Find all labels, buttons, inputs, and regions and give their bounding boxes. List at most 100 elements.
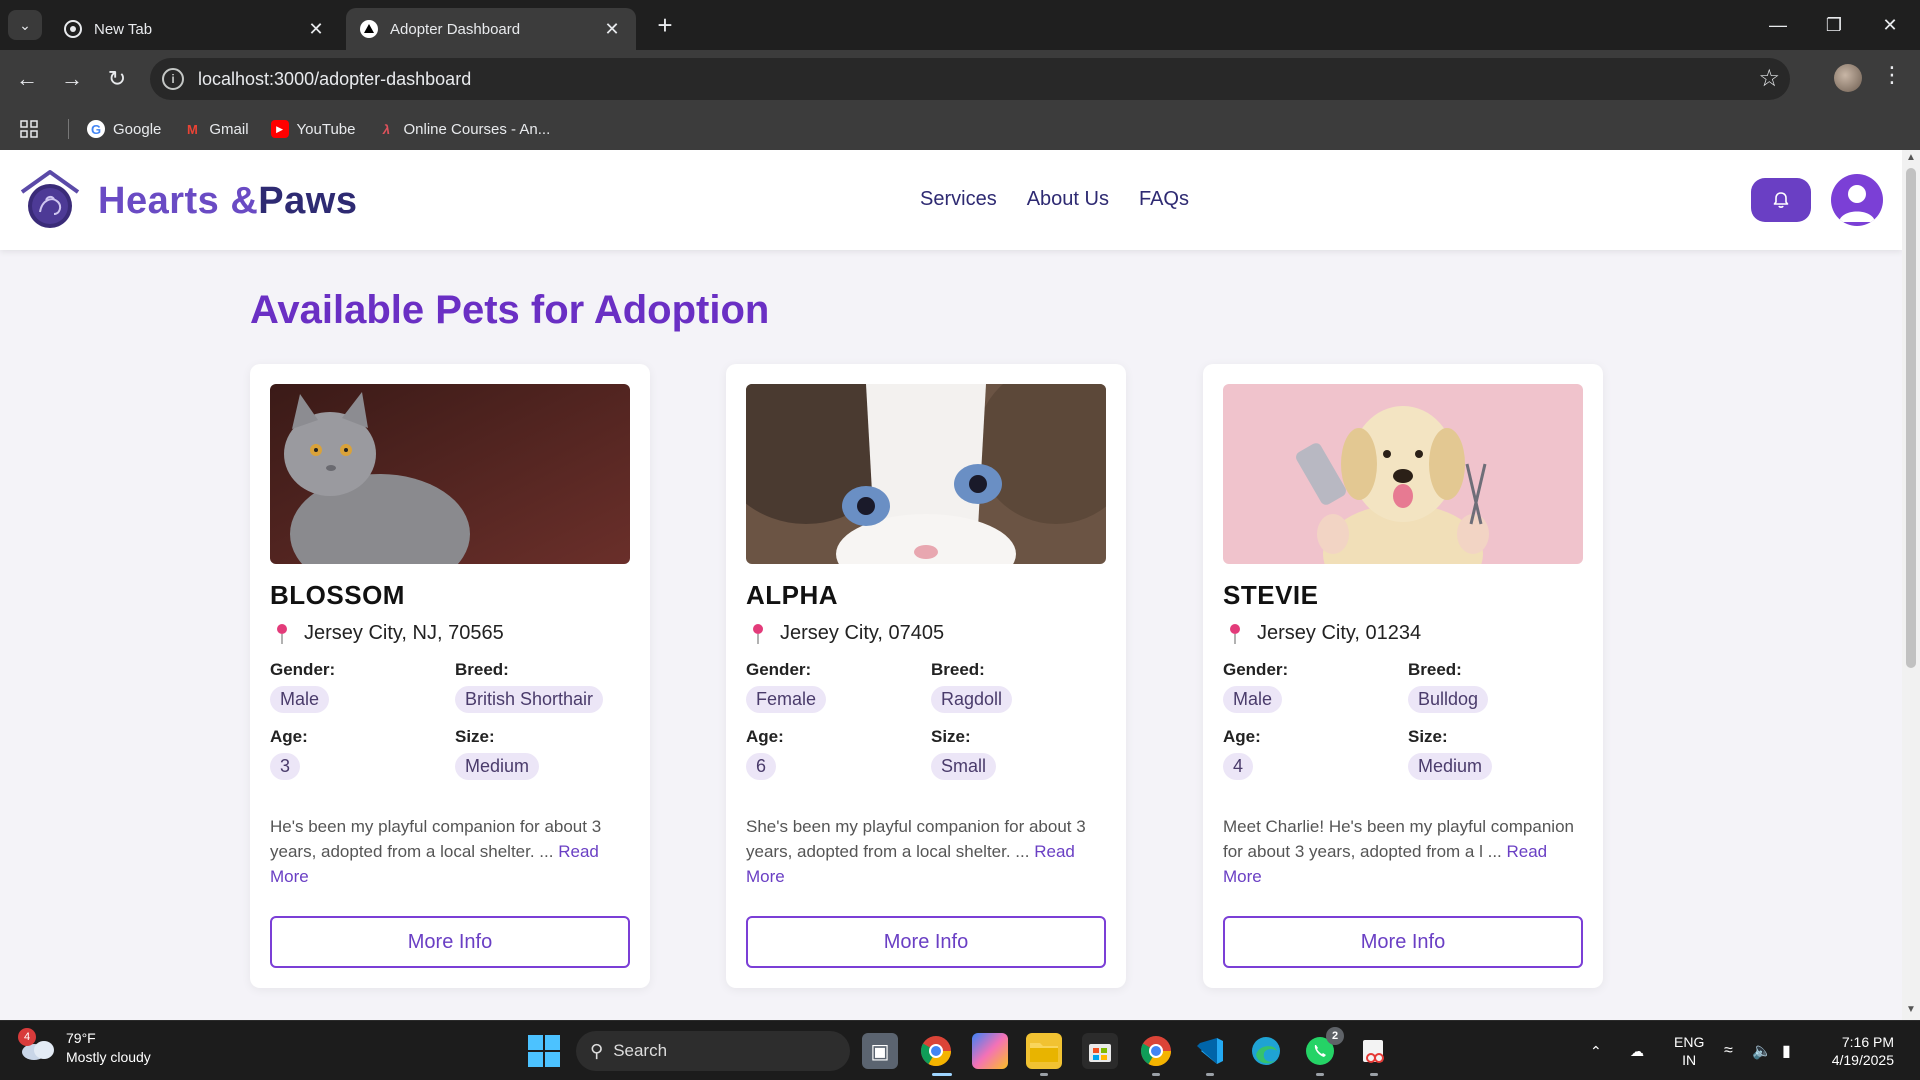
battery-icon[interactable]: ▮ [1782,1021,1791,1080]
file-explorer-icon[interactable] [1026,1033,1062,1069]
vscode-icon[interactable] [1192,1033,1228,1069]
breed-field: Breed: Bulldog [1408,660,1489,713]
age-field: Age: 3 [270,727,308,780]
tab-title: New Tab [94,20,153,38]
brand-name-part1: Hearts & [98,180,259,222]
pet-location-text: Jersey City, NJ, 70565 [304,622,504,644]
user-avatar-button[interactable] [1831,174,1883,226]
pet-photo-golden-dog [1223,384,1583,564]
chrome-profile-taskbar-icon[interactable] [1138,1033,1174,1069]
bookmark-google[interactable]: G Google [87,120,161,138]
breed-chip: British Shorthair [455,686,604,713]
chrome-taskbar-icon[interactable] [918,1033,954,1069]
close-window-button[interactable]: ✕ [1862,0,1918,50]
nav-services[interactable]: Services [920,188,997,211]
pet-card: ALPHA Jersey City, 07405 Gender: Female … [726,364,1126,988]
site-header: Hearts &Paws Services About Us FAQs [0,150,1902,250]
minimize-button[interactable]: — [1750,0,1806,50]
star-icon[interactable]: ☆ [1758,64,1780,93]
whatsapp-icon[interactable]: 2 [1302,1027,1344,1069]
bookmark-gmail[interactable]: M Gmail [183,120,249,138]
forward-button[interactable]: → [55,62,89,96]
grid-icon [20,120,38,138]
pet-photo-cat-ragdoll [746,384,1106,564]
reload-button[interactable]: ↻ [100,62,134,96]
bookmark-label: Google [113,120,162,138]
windows-taskbar: 4 79°F Mostly cloudy ⚲ Search ▣ 2 ⌃ ☁ EN… [0,1020,1920,1080]
start-tile [528,1052,543,1067]
profile-avatar[interactable] [1834,64,1862,92]
app-indicator [1152,1073,1160,1076]
tab-new-tab[interactable]: New Tab ✕ [50,8,340,50]
volume-icon[interactable]: 🔈 [1752,1021,1772,1080]
new-tab-button[interactable]: + [650,10,680,40]
nav-about-us[interactable]: About Us [1027,188,1109,211]
more-info-button[interactable]: More Info [1223,916,1583,968]
page-scrollbar[interactable]: ▲ ▼ [1902,150,1920,1020]
system-clock[interactable]: 7:16 PM 4/19/2025 [1822,1033,1894,1069]
size-chip: Small [931,753,997,780]
snipping-tool-icon[interactable] [1356,1033,1392,1069]
back-button[interactable]: ← [10,62,44,96]
windows-start-button[interactable] [528,1035,560,1067]
triangle-app-icon [360,20,378,38]
pet-name: BLOSSOM [270,580,405,610]
scroll-down-arrow-icon[interactable]: ▼ [1905,1004,1917,1016]
language-indicator[interactable]: ENG IN [1674,1033,1704,1069]
notifications-button[interactable] [1751,178,1811,222]
bookmark-online-courses[interactable]: λ Online Courses - An... [378,120,551,138]
gender-label: Gender: [746,660,812,679]
bookmark-youtube[interactable]: ▶ YouTube [270,120,356,138]
wifi-icon[interactable]: ≈ [1724,1021,1733,1080]
age-label: Age: [1223,727,1261,746]
start-tile [545,1035,560,1050]
age-field: Age: 4 [1223,727,1261,780]
weather-widget[interactable]: 4 79°F Mostly cloudy [18,1028,151,1067]
scroll-up-arrow-icon[interactable]: ▲ [1905,152,1917,164]
tab-adopter-dashboard[interactable]: Adopter Dashboard ✕ [346,8,636,50]
map-pin-icon [753,623,763,644]
browser-toolbar: ← → ↻ i localhost:3000/adopter-dashboard… [0,50,1920,108]
breed-label: Breed: [931,660,985,679]
task-view-icon[interactable]: ▣ [862,1033,898,1069]
info-icon[interactable]: i [162,68,184,90]
size-label: Size: [455,727,495,746]
close-icon[interactable]: ✕ [602,19,622,39]
youtube-icon: ▶ [270,120,289,138]
restore-button[interactable]: ❐ [1806,0,1862,50]
edge-icon[interactable] [1248,1033,1284,1069]
show-hidden-icons-chevron-icon[interactable]: ⌃ [1590,1021,1602,1080]
address-bar[interactable]: i localhost:3000/adopter-dashboard ☆ [150,58,1790,100]
breed-label: Breed: [1408,660,1462,679]
more-info-button[interactable]: More Info [746,916,1106,968]
gender-chip: Female [746,686,827,713]
courses-icon: λ [382,121,391,137]
microsoft-store-icon[interactable] [1082,1033,1118,1069]
breed-chip: Bulldog [1408,686,1489,713]
bookmark-label: Online Courses - An... [403,120,551,138]
brand-name[interactable]: Hearts &Paws [98,180,357,223]
tab-search-button[interactable]: ⌄ [8,10,42,40]
age-chip: 3 [270,753,301,780]
lang-line1: ENG [1674,1034,1705,1050]
age-chip: 4 [1223,753,1254,780]
close-icon[interactable]: ✕ [306,19,326,39]
taskbar-search[interactable]: ⚲ Search [576,1031,850,1071]
browser-tab-strip: ⌄ New Tab ✕ Adopter Dashboard ✕ + — ❐ ✕ [0,0,1920,50]
nav-faqs[interactable]: FAQs [1139,188,1189,211]
age-label: Age: [746,727,784,746]
breed-field: Breed: British Shorthair [455,660,604,713]
apps-grid-button[interactable] [20,120,46,138]
bookmark-separator [68,119,69,139]
weather-temp: 79°F [66,1030,96,1046]
logo-icon[interactable] [18,168,82,232]
copilot-icon[interactable] [972,1033,1008,1069]
cloud-icon: 4 [18,1028,56,1062]
gender-field: Gender: Female [746,660,827,713]
more-info-button[interactable]: More Info [270,916,630,968]
breed-chip: Ragdoll [931,686,1013,713]
bell-icon [1773,192,1789,208]
scrollbar-thumb[interactable] [1906,168,1916,668]
onedrive-cloud-icon[interactable]: ☁ [1630,1021,1644,1080]
more-menu-icon[interactable]: ⋮ [1880,62,1904,88]
